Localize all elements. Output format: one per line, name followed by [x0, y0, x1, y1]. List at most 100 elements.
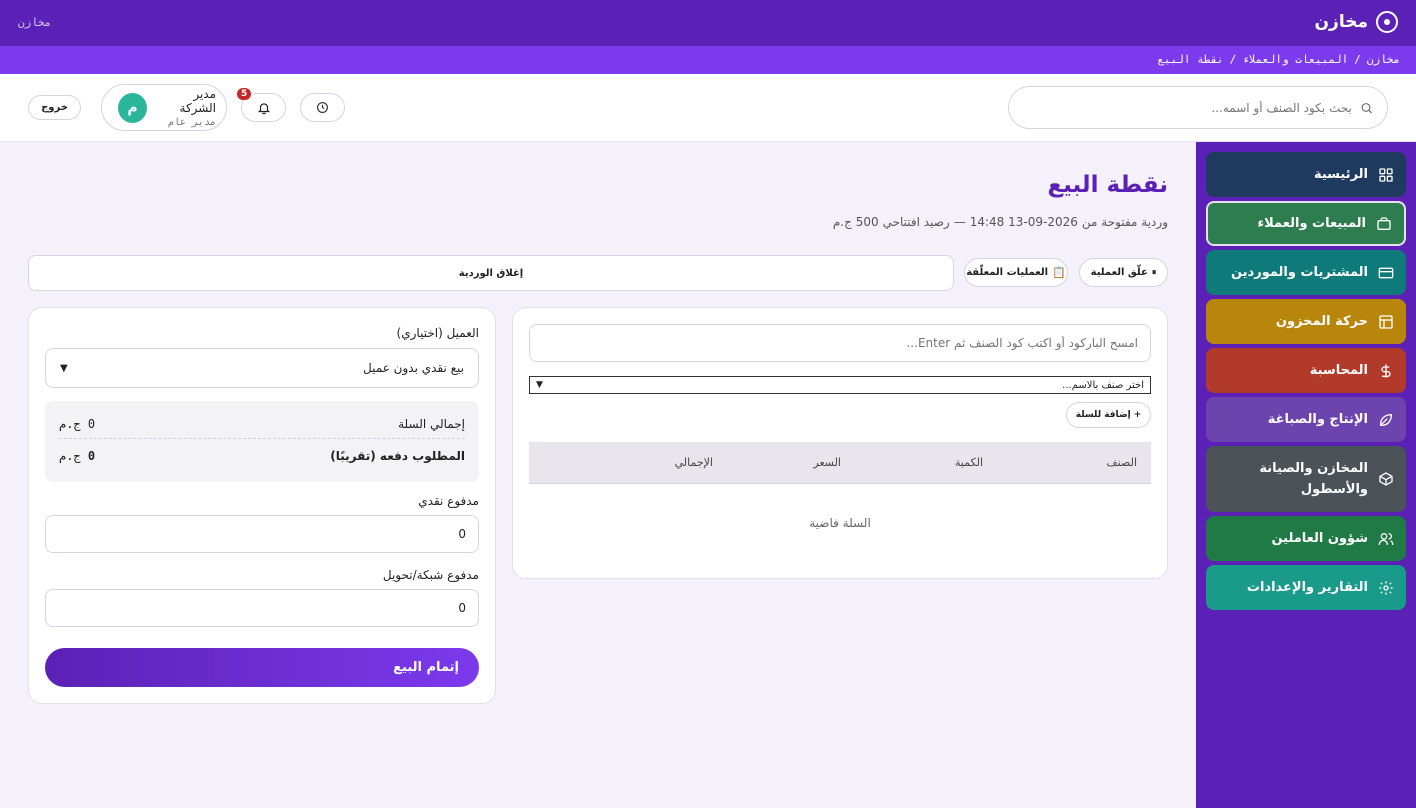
sidebar-item-label: المبيعات والعملاء [1257, 216, 1366, 231]
grid-icon [1379, 167, 1393, 182]
sidebar-item-label: الإنتاج والصباغة [1267, 412, 1368, 427]
shift-info: وردية مفتوحة من2026-09-13 14:48—رصيد افت… [829, 215, 1168, 229]
customer-label: العميل (اختياري) [396, 326, 479, 340]
cart-total-label: إجمالي السلة [398, 417, 465, 431]
sidebar-item-purchases[interactable]: المشتريات والموردين [1206, 250, 1406, 295]
bag-icon [1377, 216, 1391, 230]
sidebar-item-home[interactable]: الرئيسية [1206, 152, 1406, 197]
breadcrumb-separator: / [1229, 53, 1237, 66]
plus-icon: + [1133, 410, 1142, 420]
shift-datetime: 2026-09-13 14:48 [969, 215, 1078, 229]
amount-due-amount: 0 ج.م [59, 449, 96, 463]
logout-button[interactable]: خروج [28, 95, 81, 120]
clipboard-icon: 📋 [1052, 266, 1066, 279]
breadcrumb-separator: / [1354, 53, 1361, 66]
cart-empty-message: السلة فاضية [809, 516, 871, 530]
shift-dash: — [953, 215, 966, 229]
sidebar-item-label: حركة المخزون [1275, 314, 1368, 329]
cart-table: الصنف الكمية السعر الإجمالي السلة فاضية [529, 442, 1151, 530]
cash-paid-input[interactable]: 0 [45, 515, 479, 553]
suspend-sale-label: علّق العملية [1090, 267, 1148, 278]
box-icon [1379, 472, 1393, 486]
close-shift-button[interactable]: إغلاق الوردية [28, 255, 954, 291]
sidebar-item-hr[interactable]: شؤون العاملين [1206, 516, 1406, 561]
top-bar: مخازن مخازن [0, 0, 1416, 46]
add-to-cart-label: إضافة للسلة [1075, 410, 1131, 420]
breadcrumb-sales[interactable]: المبيعات والعملاء [1242, 53, 1348, 66]
app-name: مخازن [1314, 12, 1368, 32]
dollar-icon [1381, 363, 1391, 378]
column-item: الصنف [1106, 456, 1137, 469]
opening-balance-label: رصيد افتتاحي [882, 215, 950, 229]
notification-badge: 5 [237, 88, 252, 100]
layout-icon [1379, 314, 1393, 329]
cart-total-amount: 0 ج.م [59, 417, 96, 431]
chevron-down-icon: ▼ [536, 380, 543, 390]
item-select-value: اختر صنف بالاسم... [1062, 379, 1144, 391]
barcode-box[interactable] [529, 324, 1151, 362]
cart-total-row: إجمالي السلة 0 ج.م [59, 417, 465, 431]
breadcrumb: مخازن / المبيعات والعملاء / نقطة البيع [0, 46, 1416, 74]
payment-panel: العميل (اختياري) بيع نقدي بدون عميل ▼ إج… [28, 307, 496, 704]
totals-divider [59, 438, 465, 439]
chevron-down-icon: ▼ [60, 362, 68, 374]
brand[interactable]: مخازن [1315, 11, 1398, 33]
sidebar-item-label: المحاسبة [1309, 363, 1368, 378]
cash-paid-label: مدفوع نقدي [418, 494, 479, 508]
sidebar: الرئيسية المبيعات والعملاء المشتريات وال… [1196, 142, 1416, 808]
sidebar-item-warehouses[interactable]: المخازن والصيانة والأسطول [1206, 446, 1406, 512]
sidebar-item-sales[interactable]: المبيعات والعملاء [1206, 201, 1406, 246]
user-menu[interactable]: مدير الشركة مدير عام م [101, 84, 227, 131]
search-input[interactable] [1023, 100, 1352, 115]
search-box[interactable] [1008, 86, 1388, 129]
barcode-input[interactable] [542, 336, 1138, 350]
avatar: م [118, 92, 148, 123]
customer-select-value: بيع نقدي بدون عميل [363, 361, 464, 375]
gear-icon [1379, 580, 1393, 595]
amount-due-row: المطلوب دفعه (تقريبًا) 0 ج.م [59, 449, 465, 463]
user-name: مدير الشركة [179, 87, 216, 115]
suspend-sale-button[interactable]: ⏸ علّق العملية [1079, 258, 1168, 287]
sidebar-item-label: الرئيسية [1313, 167, 1368, 182]
item-select[interactable]: اختر صنف بالاسم... ▼ [529, 376, 1151, 394]
cart-panel: اختر صنف بالاسم... ▼ + إضافة للسلة الصنف… [512, 307, 1168, 579]
user-role: مدير عام [167, 117, 216, 128]
column-price: السعر [813, 456, 841, 469]
topbar-app-label: مخازن [18, 16, 52, 29]
amount-due-label: المطلوب دفعه (تقريبًا) [330, 449, 465, 463]
users-icon [1378, 532, 1394, 545]
logo-icon [1376, 11, 1398, 33]
sidebar-item-settings[interactable]: التقارير والإعدادات [1206, 565, 1406, 610]
search-icon [1361, 102, 1372, 113]
breadcrumb-home[interactable]: مخازن [1367, 53, 1400, 66]
pause-icon: ⏸ [1151, 267, 1157, 278]
sidebar-item-label: المخازن والصيانة والأسطول [1259, 461, 1368, 497]
history-button[interactable] [300, 93, 345, 122]
breadcrumb-current: نقطة البيع [1157, 53, 1224, 66]
header: 5 مدير الشركة مدير عام م خروج [0, 74, 1416, 142]
totals-box: إجمالي السلة 0 ج.م المطلوب دفعه (تقريبًا… [45, 401, 479, 482]
card-icon [1378, 267, 1394, 278]
bell-icon [257, 102, 270, 114]
sidebar-item-inventory[interactable]: حركة المخزون [1206, 299, 1406, 344]
leaf-icon [1380, 413, 1393, 426]
clock-icon [317, 102, 328, 113]
card-paid-label: مدفوع شبكة/تحويل [382, 568, 479, 582]
sidebar-item-production[interactable]: الإنتاج والصباغة [1206, 397, 1406, 442]
notifications-button[interactable]: 5 [237, 88, 286, 122]
add-to-cart-button[interactable]: + إضافة للسلة [1066, 402, 1151, 428]
page-title: نقطة البيع [1047, 172, 1168, 198]
card-paid-input[interactable]: 0 [45, 589, 479, 627]
sidebar-item-label: التقارير والإعدادات [1246, 580, 1368, 595]
column-total: الإجمالي [674, 456, 713, 469]
shift-prefix: وردية مفتوحة من [1081, 215, 1168, 229]
column-qty: الكمية [954, 456, 983, 469]
opening-balance-value: 500 ج.م [832, 215, 879, 229]
held-sales-button[interactable]: 📋 العمليات المعلّقة [964, 258, 1068, 287]
customer-select[interactable]: بيع نقدي بدون عميل ▼ [45, 348, 479, 388]
held-sales-label: العمليات المعلّقة [966, 267, 1049, 278]
cart-table-header: الصنف الكمية السعر الإجمالي [529, 442, 1151, 484]
sidebar-item-accounting[interactable]: المحاسبة [1206, 348, 1406, 393]
sidebar-item-label: شؤون العاملين [1271, 531, 1368, 546]
complete-sale-button[interactable]: إتمام البيع [45, 648, 479, 687]
